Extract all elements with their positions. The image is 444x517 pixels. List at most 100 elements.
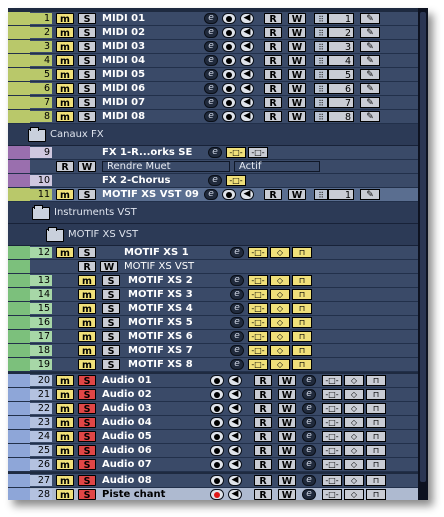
record-enable-button[interactable] — [210, 459, 224, 470]
midi-track-row[interactable]: 4 m S MIDI 04 e ◀ R W ⠿ 4 ✎ — [8, 54, 418, 68]
mute-button[interactable]: m — [56, 403, 74, 415]
track-name[interactable]: FX 2-Chorus — [102, 175, 206, 186]
eq-icon[interactable]: ◇ — [344, 389, 364, 400]
send-icon[interactable]: ⊓ — [292, 289, 312, 300]
record-enable-button[interactable] — [210, 445, 224, 456]
instrument-track-row[interactable]: 18 m S MOTIF XS 7 e -□- ◇ ⊓ — [8, 344, 418, 358]
audio-track-row[interactable]: 21 m S Audio 02 ◀ R We -□- ◇ ⊓ — [8, 388, 418, 402]
insert-icon[interactable]: -□- — [248, 359, 268, 370]
write-automation-button[interactable]: W — [278, 403, 296, 415]
midi-track-row[interactable]: 8 m S MIDI 08 e ◀ R W ⠿ 8 ✎ — [8, 110, 418, 124]
midi-channel-field[interactable]: 6 — [328, 83, 354, 95]
midi-channel-field[interactable]: 1 — [328, 13, 354, 25]
write-automation-button[interactable]: W — [288, 13, 306, 25]
mute-button[interactable]: m — [78, 331, 96, 343]
write-automation-button[interactable]: W — [278, 375, 296, 387]
insert-icon[interactable]: -□- — [322, 403, 342, 414]
write-automation-button[interactable]: W — [278, 417, 296, 429]
mute-button[interactable]: m — [56, 111, 74, 123]
edit-pen-button[interactable]: ✎ — [360, 55, 380, 66]
read-automation-button[interactable]: R — [264, 55, 282, 67]
audio-track-row[interactable]: 27 m S Audio 08 ◀ R We -□- ◇ ⊓ — [8, 474, 418, 488]
audio-track-row[interactable]: 24 m S Audio 05 ◀ R We -□- ◇ ⊓ — [8, 430, 418, 444]
write-automation-button[interactable]: W — [288, 189, 306, 201]
eq-icon[interactable]: ◇ — [270, 345, 290, 356]
monitor-speaker-icon[interactable]: ◀ — [240, 13, 254, 24]
record-enable-button[interactable] — [210, 475, 224, 486]
fx-bypass-icon[interactable]: -□- — [226, 147, 246, 158]
monitor-speaker-icon[interactable]: ◀ — [228, 417, 242, 428]
solo-button[interactable]: S — [78, 41, 96, 53]
write-automation-button[interactable]: W — [288, 97, 306, 109]
instrument-track-row[interactable]: 11 m S MOTIF XS VST 09 e ◀ R W ⠿ 1 ✎ — [8, 188, 418, 202]
solo-button[interactable]: S — [102, 359, 120, 371]
solo-button[interactable]: S — [78, 459, 96, 471]
mute-button[interactable]: m — [56, 475, 74, 487]
track-name[interactable]: MOTIF XS 1 — [124, 247, 224, 258]
eq-icon[interactable]: ◇ — [344, 459, 364, 470]
mute-button[interactable]: m — [78, 345, 96, 357]
send-icon[interactable]: ⊓ — [292, 317, 312, 328]
monitor-speaker-icon[interactable]: ◀ — [228, 375, 242, 386]
mute-button[interactable]: m — [56, 83, 74, 95]
solo-button[interactable]: S — [78, 111, 96, 123]
fx-track-row[interactable]: 10 FX 2-Chorus e -□- — [8, 174, 418, 188]
write-automation-button[interactable]: W — [278, 389, 296, 401]
track-name[interactable]: MIDI 01 — [102, 13, 202, 24]
edit-channel-icon[interactable]: e — [302, 489, 316, 500]
record-enable-button[interactable] — [210, 417, 224, 428]
automation-parameter-field[interactable]: Rendre Muet — [102, 161, 230, 172]
edit-channel-icon[interactable]: e — [302, 475, 316, 486]
track-name[interactable]: MOTIF XS VST 09 — [102, 189, 206, 200]
solo-button[interactable]: S — [78, 431, 96, 443]
midi-track-row[interactable]: 5 m S MIDI 05 e ◀ R W ⠿ 5 ✎ — [8, 68, 418, 82]
send-icon[interactable]: ⊓ — [366, 489, 386, 500]
read-automation-button[interactable]: R — [264, 97, 282, 109]
eq-icon[interactable]: ◇ — [270, 275, 290, 286]
read-automation-button[interactable]: R — [254, 417, 272, 429]
read-automation-button[interactable]: R — [56, 161, 74, 173]
read-automation-button[interactable]: R — [254, 489, 272, 500]
solo-button[interactable]: S — [102, 345, 120, 357]
read-automation-button[interactable]: R — [78, 261, 96, 273]
monitor-speaker-icon[interactable]: ◀ — [228, 459, 242, 470]
solo-button[interactable]: S — [78, 389, 96, 401]
midi-track-row[interactable]: 7 m S MIDI 07 e ◀ R W ⠿ 7 ✎ — [8, 96, 418, 110]
mute-button[interactable]: m — [56, 389, 74, 401]
edit-instrument-icon[interactable]: e — [230, 331, 244, 342]
edit-instrument-icon[interactable]: e — [204, 97, 218, 108]
send-icon[interactable]: ⊓ — [366, 445, 386, 456]
eq-icon[interactable]: ◇ — [270, 289, 290, 300]
track-name[interactable]: MOTIF XS 8 — [128, 359, 228, 370]
mute-button[interactable]: m — [78, 289, 96, 301]
midi-channel-grid-icon[interactable]: ⠿ — [314, 41, 328, 52]
write-automation-button[interactable]: W — [278, 459, 296, 471]
solo-button[interactable]: S — [78, 13, 96, 25]
monitor-speaker-icon[interactable]: ◀ — [228, 389, 242, 400]
eq-icon[interactable]: ◇ — [270, 359, 290, 370]
record-enable-button[interactable] — [222, 83, 236, 94]
midi-channel-grid-icon[interactable]: ⠿ — [314, 69, 328, 80]
read-automation-button[interactable]: R — [264, 41, 282, 53]
insert-icon[interactable]: -□- — [322, 375, 342, 386]
midi-channel-field[interactable]: 4 — [328, 55, 354, 67]
edit-instrument-icon[interactable]: e — [204, 111, 218, 122]
read-automation-button[interactable]: R — [254, 445, 272, 457]
edit-channel-icon[interactable]: e — [302, 417, 316, 428]
monitor-speaker-icon[interactable]: ◀ — [240, 27, 254, 38]
solo-button[interactable]: S — [78, 489, 96, 500]
edit-channel-icon[interactable]: e — [302, 459, 316, 470]
monitor-speaker-icon[interactable]: ◀ — [240, 55, 254, 66]
track-name[interactable]: FX 1-R...orks SE — [102, 147, 206, 158]
track-name[interactable]: MOTIF XS 6 — [128, 331, 228, 342]
read-automation-button[interactable]: R — [264, 27, 282, 39]
edit-channel-icon[interactable]: e — [302, 375, 316, 386]
record-enable-button[interactable] — [222, 111, 236, 122]
read-automation-button[interactable]: R — [264, 13, 282, 25]
midi-channel-grid-icon[interactable]: ⠿ — [314, 55, 328, 66]
edit-pen-button[interactable]: ✎ — [360, 189, 380, 200]
midi-channel-field[interactable]: 1 — [328, 189, 354, 201]
mute-button[interactable]: m — [56, 55, 74, 67]
monitor-speaker-icon[interactable]: ◀ — [240, 111, 254, 122]
edit-channel-icon[interactable]: e — [302, 403, 316, 414]
